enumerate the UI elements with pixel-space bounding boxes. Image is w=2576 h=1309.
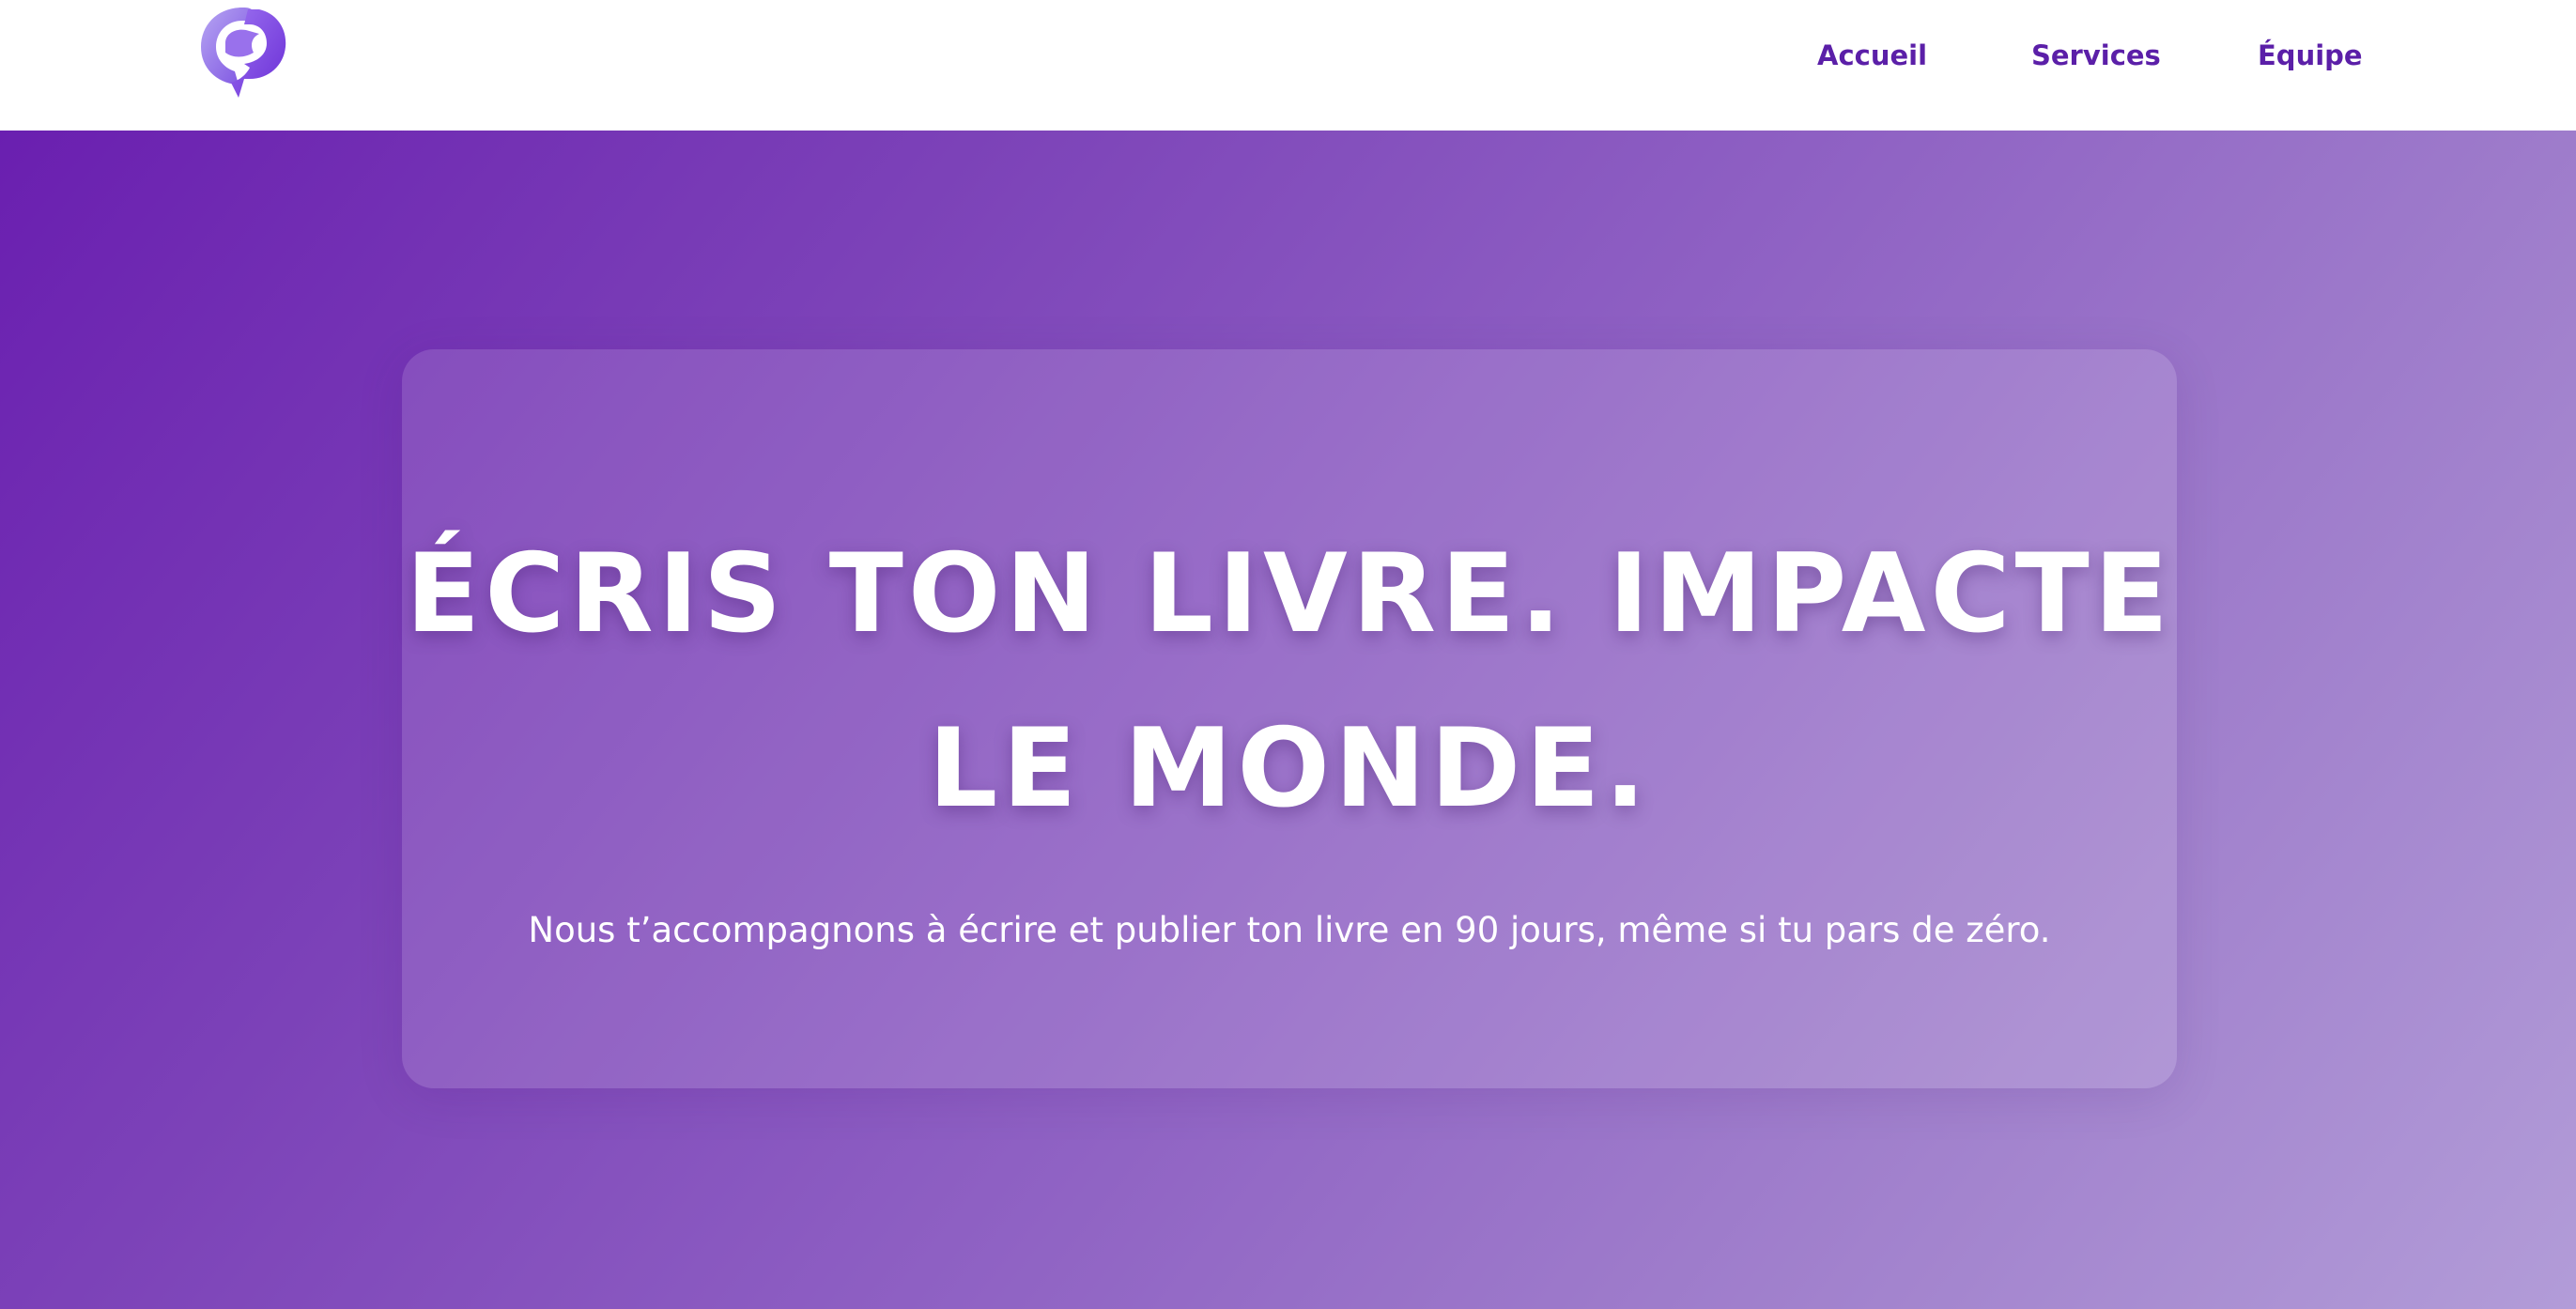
- nav-link-equipe[interactable]: Équipe: [2258, 39, 2363, 71]
- hero-headline: ÉCRIS TON LIVRE. IMPACTE LE MONDE.: [402, 507, 2177, 856]
- hero-section: ÉCRIS TON LIVRE. IMPACTE LE MONDE. Nous …: [0, 131, 2576, 1309]
- hero-card: ÉCRIS TON LIVRE. IMPACTE LE MONDE. Nous …: [402, 349, 2177, 1088]
- top-navbar: Accueil Services Équipe: [0, 0, 2576, 131]
- nav-link-services[interactable]: Services: [2031, 39, 2161, 71]
- hero-headline-line-1: ÉCRIS TON LIVRE. IMPACTE: [405, 531, 2174, 657]
- main-nav: Accueil Services Équipe: [0, 0, 2576, 117]
- hero-subtitle: Nous t’accompagnons à écrire et publier …: [528, 910, 2051, 950]
- nav-link-accueil[interactable]: Accueil: [1817, 39, 1927, 71]
- hero-headline-line-2: LE MONDE.: [928, 705, 1651, 832]
